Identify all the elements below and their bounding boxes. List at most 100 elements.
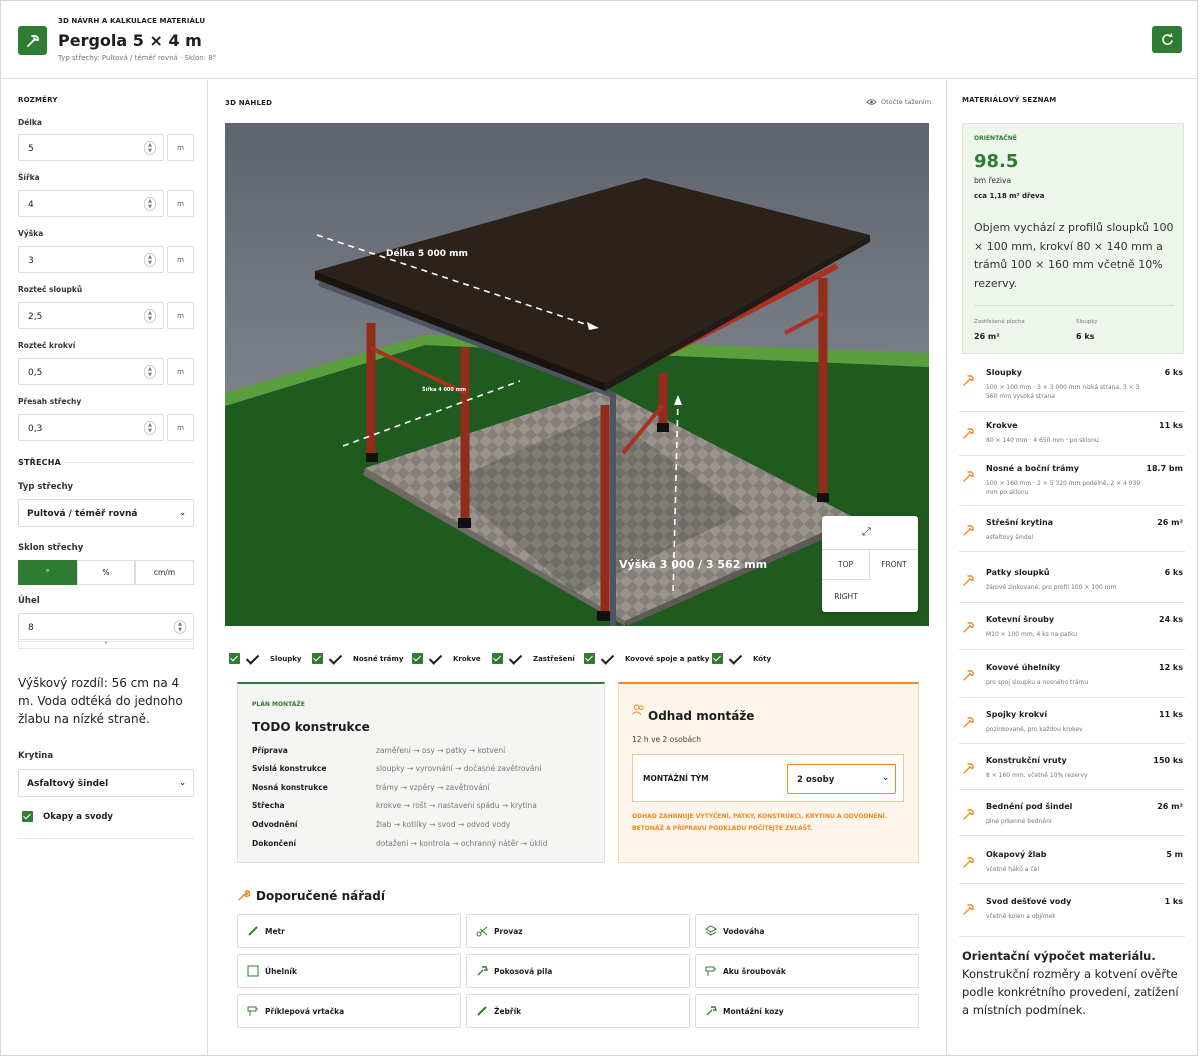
overhang-input[interactable]: 0,3 ▲ ▼ bbox=[18, 414, 164, 441]
gutters-checkbox[interactable]: Okapy a svody bbox=[22, 811, 113, 822]
check-icon bbox=[329, 654, 339, 664]
preview-title: 3D NÁHLED bbox=[225, 99, 273, 107]
layer-toggle-posts[interactable]: Sloupky bbox=[229, 653, 301, 664]
slope-unit-cm[interactable]: cm/m bbox=[135, 560, 194, 585]
width-input[interactable]: 4 ▲ ▼ bbox=[18, 190, 164, 217]
tool-item: Montážní kozy bbox=[695, 994, 919, 1028]
plan-step-label: Nosná konstrukce bbox=[252, 783, 328, 792]
tool-item: Příklepová vrtačka bbox=[237, 994, 461, 1028]
rafter-spacing-value: 0,5 bbox=[28, 368, 43, 378]
height-unit: m bbox=[167, 246, 194, 273]
height-input[interactable]: 3 ▲ ▼ bbox=[18, 246, 164, 273]
plan-step-detail: zaměření → osy → patky → kotvení bbox=[376, 746, 506, 755]
material-row: Kovové úhelníky 12 ks pro spoj sloupku a n… bbox=[959, 663, 1185, 698]
slope-unit-percent[interactable]: % bbox=[77, 560, 135, 585]
layer-toggle-roofing[interactable]: Zastřešení bbox=[492, 653, 575, 664]
view-cube: ⤢ TOP FRONT RIGHT bbox=[822, 516, 918, 612]
tool-label: Montážní kozy bbox=[723, 1007, 784, 1016]
covering-select[interactable]: Asfaltový šindel ⌄ bbox=[18, 769, 194, 797]
tool-item: Provaz bbox=[466, 914, 690, 948]
plan-step-detail: žlab → kotlíky → svod → odvod vody bbox=[376, 820, 511, 829]
material-qty: 26 m² bbox=[1157, 518, 1183, 527]
checkbox-checked-icon bbox=[312, 653, 323, 664]
material-name: Konstrukční vruty bbox=[986, 756, 1067, 765]
angle-value: 8 bbox=[28, 623, 34, 633]
summary-value: 98.5 bbox=[974, 151, 1019, 172]
wrench-icon bbox=[238, 890, 250, 901]
drill-icon bbox=[705, 965, 717, 977]
tool-label: Vodováha bbox=[723, 927, 765, 936]
view-right-button[interactable]: RIGHT bbox=[822, 579, 870, 612]
expand-icon[interactable]: ⤢ bbox=[862, 525, 871, 539]
overhang-value: 0,3 bbox=[28, 424, 43, 434]
check-icon bbox=[429, 654, 439, 664]
overhang-stepper[interactable]: ▲ ▼ bbox=[144, 421, 156, 435]
length-input[interactable]: 5 ▲ ▼ bbox=[18, 134, 164, 161]
dimension-height-label: Výška 3 000 / 3 562 mm bbox=[619, 558, 768, 571]
people-icon bbox=[632, 704, 644, 715]
angle-slider[interactable]: • bbox=[18, 641, 194, 649]
tools-title: Doporučené nářadí bbox=[256, 889, 385, 903]
material-name: Okapový žlab bbox=[986, 850, 1047, 859]
material-row: Patky sloupků 6 ks žárově zinkované, pro p… bbox=[959, 568, 1185, 603]
layer-toggle-beams[interactable]: Nosné trámy bbox=[312, 653, 403, 664]
dimensions-panel: ROZMĚRY Délka 5 ▲ ▼ m Šířka 4 ▲ ▼ m Výška 3 ▲… bbox=[0, 80, 208, 1056]
post-spacing-stepper[interactable]: ▲ ▼ bbox=[144, 309, 156, 323]
post-spacing-unit: m bbox=[167, 302, 194, 329]
3d-viewport[interactable]: Délka 5 000 mm Šířka 4 000 mm Výška 3 00… bbox=[225, 123, 929, 626]
height-difference-note: Výškový rozdíl: 56 cm na 4 m. Voda odték… bbox=[18, 676, 183, 726]
material-row: Střešní krytina 26 m² asfaltový šindel bbox=[959, 518, 1185, 552]
material-desc: včetně háků a čel bbox=[986, 866, 1040, 873]
layer-toggle-dimensions[interactable]: Kóty bbox=[712, 653, 771, 664]
angle-input[interactable]: 8 ▲ ▼ bbox=[18, 613, 194, 640]
plan-step-detail: krokve → rošt → nastavení spádu → krytin… bbox=[376, 801, 537, 810]
rafter-spacing-input[interactable]: 0,5 ▲ ▼ bbox=[18, 358, 164, 385]
material-name: Krokve bbox=[986, 421, 1018, 430]
view-top-button[interactable]: TOP bbox=[822, 549, 870, 579]
covering-label: Krytina bbox=[18, 751, 54, 761]
tape-icon bbox=[247, 925, 259, 937]
gutters-label: Okapy a svody bbox=[43, 811, 113, 822]
view-front-button[interactable]: FRONT bbox=[870, 549, 918, 579]
dimension-length-label: Délka 5 000 mm bbox=[386, 249, 468, 259]
width-stepper[interactable]: ▲ ▼ bbox=[144, 197, 156, 211]
roof-type-select[interactable]: Pultová / téměř rovná ⌄ bbox=[18, 499, 194, 527]
material-name: Patky sloupků bbox=[986, 568, 1050, 577]
square-icon bbox=[247, 965, 259, 977]
reset-button[interactable] bbox=[1152, 26, 1182, 53]
layer-toggle-rafters[interactable]: Krokve bbox=[412, 653, 481, 664]
checkbox-checked-icon bbox=[584, 653, 595, 664]
plan-step-label: Odvodnění bbox=[252, 820, 298, 829]
layer-label: Kóty bbox=[753, 654, 772, 663]
material-name: Bednění pod šindel bbox=[986, 802, 1073, 811]
checkbox-checked-icon bbox=[22, 811, 33, 822]
layer-label: Krokve bbox=[453, 654, 481, 663]
material-desc: 8 × 160 mm, včetně 10% rezervy bbox=[986, 772, 1088, 779]
roof-type-value: Pultová / téměř rovná bbox=[27, 509, 138, 519]
divider bbox=[974, 305, 1174, 306]
hammer-icon bbox=[961, 854, 975, 868]
page-title: Pergola 5 × 4 m bbox=[58, 31, 202, 50]
team-select[interactable]: 2 osoby ⌄ bbox=[787, 764, 896, 794]
slope-unit-degrees[interactable]: ° bbox=[18, 560, 77, 585]
hammer-icon bbox=[961, 572, 975, 586]
footer-text: Konstrukční rozměry a kotvení ověřte pod… bbox=[962, 967, 1179, 1017]
length-stepper[interactable]: ▲ ▼ bbox=[144, 141, 156, 155]
angle-stepper[interactable]: ▲ ▼ bbox=[174, 620, 186, 634]
layer-toggle-metal[interactable]: Kovové spoje a patky bbox=[584, 653, 709, 664]
post-spacing-value: 2,5 bbox=[28, 312, 43, 322]
rafter-spacing-stepper[interactable]: ▲ ▼ bbox=[144, 365, 156, 379]
covering-value: Asfaltový šindel bbox=[27, 779, 109, 789]
drill-icon bbox=[247, 1005, 259, 1017]
area-value: 26 m² bbox=[974, 332, 1000, 341]
height-stepper[interactable]: ▲ ▼ bbox=[144, 253, 156, 267]
estimate-note: ODHAD ZAHRNUJE VYTYČENÍ, PATKY, KONSTRUK… bbox=[632, 813, 888, 832]
hammer-icon bbox=[961, 468, 975, 482]
material-desc: pozinkované, pro každou krokev bbox=[986, 726, 1083, 733]
assembly-plan-card: PLÁN MONTÁŽE TODO konstrukce Příprava zam… bbox=[237, 682, 605, 863]
width-unit: m bbox=[167, 190, 194, 217]
material-qty: 12 ks bbox=[1159, 663, 1183, 672]
post-spacing-input[interactable]: 2,5 ▲ ▼ bbox=[18, 302, 164, 329]
width-label: Šířka bbox=[18, 173, 40, 182]
material-name: Kovové úhelníky bbox=[986, 663, 1061, 672]
